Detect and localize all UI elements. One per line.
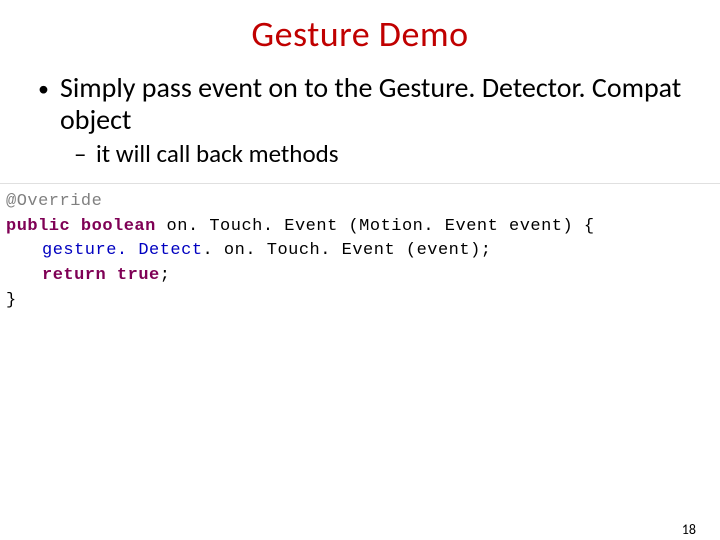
bullet-level-1: • Simply pass event on to the Gesture. D… — [38, 72, 690, 136]
code-keyword-true: true — [117, 266, 160, 285]
bullet-text: Simply pass event on to the Gesture. Det… — [60, 72, 690, 136]
code-annotation: @Override — [6, 192, 102, 211]
bullet-marker: – — [74, 140, 96, 169]
code-keyword-return: return — [42, 266, 106, 285]
code-member: gesture. Detect — [42, 241, 203, 260]
code-semicolon: ; — [160, 266, 171, 285]
slide-body: • Simply pass event on to the Gesture. D… — [0, 72, 720, 169]
code-close-brace: } — [6, 291, 17, 310]
bullet-level-2: – it will call back methods — [38, 140, 690, 169]
code-keyword-boolean: boolean — [81, 217, 156, 236]
bullet-text: it will call back methods — [96, 140, 690, 169]
code-call: . on. Touch. Event (event); — [203, 241, 492, 260]
page-number: 18 — [682, 521, 696, 538]
slide-title: Gesture Demo — [0, 12, 720, 56]
code-block: @Override public boolean on. Touch. Even… — [0, 183, 720, 319]
slide: Gesture Demo • Simply pass event on to t… — [0, 12, 720, 540]
code-method-decl: on. Touch. Event (Motion. Event event) { — [156, 217, 595, 236]
bullet-marker: • — [38, 72, 60, 136]
code-keyword-public: public — [6, 217, 70, 236]
